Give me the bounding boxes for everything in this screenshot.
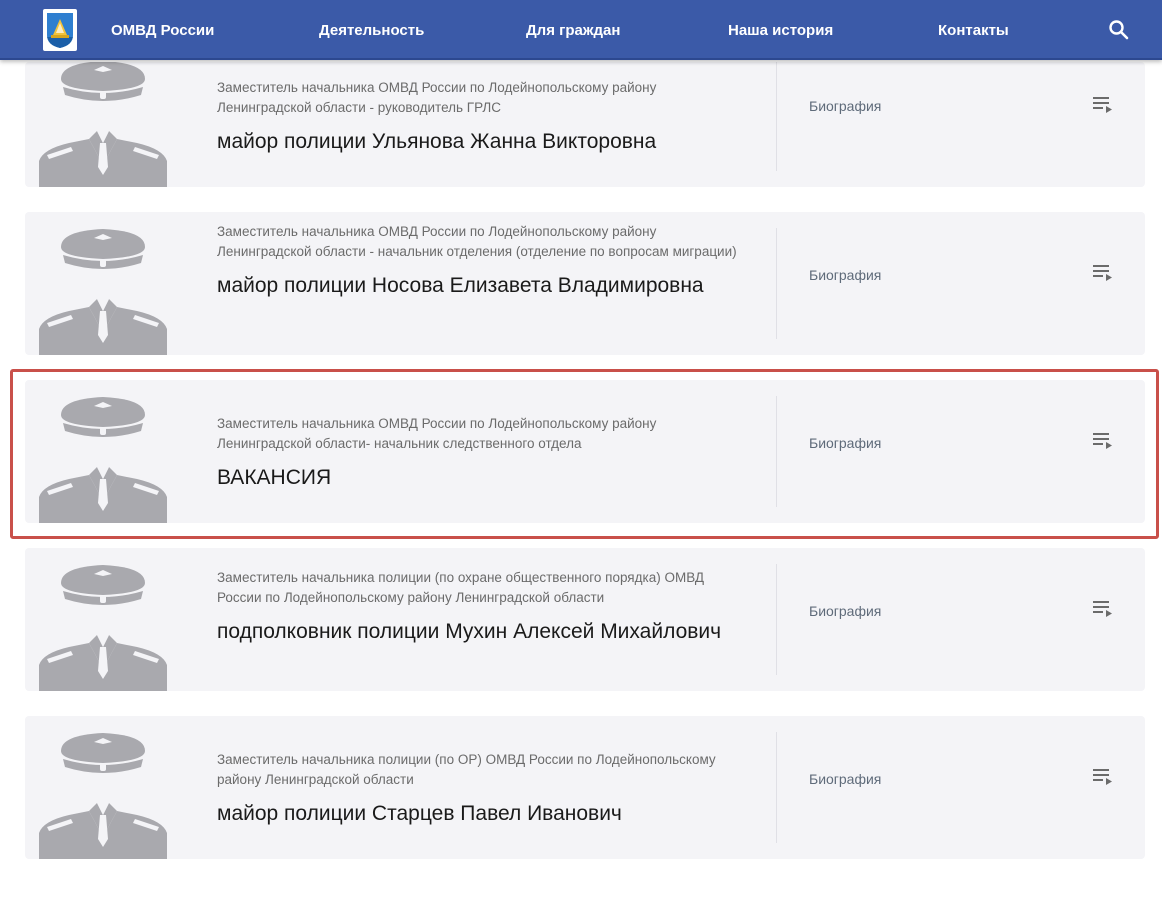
nav-item-contacts[interactable]: Контакты — [938, 0, 1009, 60]
staff-name: майор полиции Ульянова Жанна Викторовна — [217, 130, 657, 153]
list-arrow-icon[interactable] — [1093, 432, 1113, 450]
list-arrow-icon[interactable] — [1093, 264, 1113, 282]
list-arrow-icon[interactable] — [1093, 600, 1113, 618]
nav-item-citizens[interactable]: Для граждан — [526, 0, 620, 60]
card-divider — [776, 564, 777, 675]
staff-card: Заместитель начальника ОМВД России по Ло… — [25, 62, 1145, 187]
list-arrow-icon[interactable] — [1093, 768, 1113, 786]
coat-of-arms-logo[interactable] — [43, 9, 77, 51]
staff-position: Заместитель начальника полиции (по ОР) О… — [217, 752, 716, 787]
officer-silhouette-icon — [39, 62, 167, 187]
nav-item-activity[interactable]: Деятельность — [319, 0, 424, 60]
biography-link[interactable]: Биография — [809, 267, 881, 283]
staff-card: Заместитель начальника полиции (по охран… — [25, 548, 1145, 691]
staff-card: Заместитель начальника ОМВД России по Ло… — [25, 212, 1145, 355]
staff-info: Заместитель начальника ОМВД России по Ло… — [217, 414, 747, 492]
search-button[interactable] — [1108, 19, 1132, 43]
card-divider — [776, 732, 777, 843]
nav-item-home[interactable]: ОМВД России — [111, 0, 214, 60]
staff-info: Заместитель начальника ОМВД России по Ло… — [217, 78, 747, 156]
staff-name: подполковник полиции Мухин Алексей Михай… — [217, 620, 722, 643]
staff-position: Заместитель начальника ОМВД России по Ло… — [217, 224, 737, 259]
staff-info: Заместитель начальника полиции (по ОР) О… — [217, 750, 747, 828]
top-navbar: ОМВД России Деятельность Для граждан Наш… — [0, 0, 1162, 60]
staff-name: майор полиции Старцев Павел Иванович — [217, 802, 622, 825]
staff-position: Заместитель начальника ОМВД России по Ло… — [217, 416, 657, 451]
staff-name: майор полиции Носова Елизавета Владимиро… — [217, 274, 704, 297]
staff-card-vacancy: Заместитель начальника ОМВД России по Ло… — [25, 380, 1145, 523]
card-divider — [776, 228, 777, 339]
card-divider — [776, 62, 777, 171]
biography-link[interactable]: Биография — [809, 603, 881, 619]
staff-name: ВАКАНСИЯ — [217, 466, 332, 489]
list-arrow-icon[interactable] — [1093, 96, 1113, 114]
officer-silhouette-icon — [39, 563, 167, 691]
officer-silhouette-icon — [39, 395, 167, 523]
officer-silhouette-icon — [39, 227, 167, 355]
staff-position: Заместитель начальника ОМВД России по Ло… — [217, 80, 657, 115]
biography-link[interactable]: Биография — [809, 98, 881, 114]
search-icon — [1109, 20, 1129, 40]
officer-silhouette-icon — [39, 731, 167, 859]
staff-info: Заместитель начальника ОМВД России по Ло… — [217, 222, 747, 300]
staff-info: Заместитель начальника полиции (по охран… — [217, 568, 747, 646]
biography-link[interactable]: Биография — [809, 435, 881, 451]
coat-of-arms-icon — [47, 13, 73, 48]
nav-item-history[interactable]: Наша история — [728, 0, 833, 60]
staff-card: Заместитель начальника полиции (по ОР) О… — [25, 716, 1145, 859]
card-divider — [776, 396, 777, 507]
biography-link[interactable]: Биография — [809, 771, 881, 787]
staff-position: Заместитель начальника полиции (по охран… — [217, 570, 705, 605]
